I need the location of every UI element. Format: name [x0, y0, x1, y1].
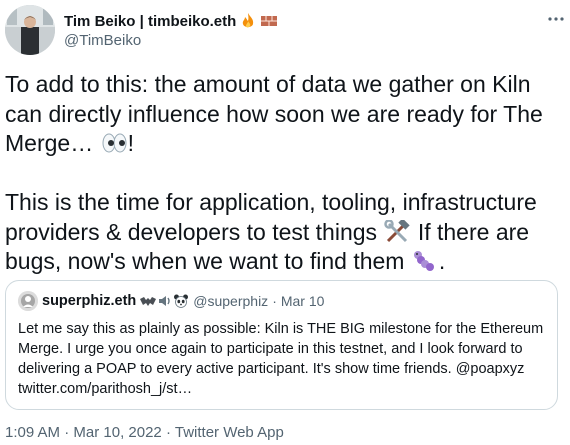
tweet-text: To add to this: the amount of data we ga… — [5, 70, 560, 277]
more-horizontal-icon — [548, 17, 564, 21]
brick-icon — [260, 12, 278, 30]
tweet-card: Tim Beiko | timbeiko.eth @TimBeiko To ad… — [0, 0, 570, 445]
quoted-author-emojis — [139, 294, 189, 308]
eyes-icon — [100, 131, 128, 155]
tweet-paragraph-2-end: . — [438, 248, 446, 274]
bat-icon — [140, 297, 157, 306]
author-handle[interactable]: @TimBeiko — [64, 32, 141, 49]
quoted-tweet[interactable]: superphiz.eth @superphiz · Mar 10 Let me… — [5, 280, 558, 410]
quoted-date[interactable]: Mar 10 — [281, 293, 325, 309]
tweet-header: Tim Beiko | timbeiko.eth @TimBeiko — [0, 0, 570, 66]
footer-separator-2: · — [165, 424, 171, 441]
footer-separator-1: · — [64, 424, 70, 441]
quoted-author-name[interactable]: superphiz.eth — [42, 293, 136, 309]
author-avatar[interactable] — [5, 5, 55, 55]
more-options-button[interactable] — [545, 8, 567, 30]
tweet-paragraph-2: This is the time for application, toolin… — [5, 188, 560, 277]
tweet-paragraph-1-end: ! — [127, 130, 134, 156]
quoted-author-avatar[interactable] — [18, 291, 38, 311]
author-display-name[interactable]: Tim Beiko | timbeiko.eth — [64, 13, 236, 30]
quoted-separator: · — [272, 293, 277, 309]
tweet-paragraph-1-text: To add to this: the amount of data we ga… — [5, 71, 543, 156]
tweet-source[interactable]: Twitter Web App — [175, 424, 284, 441]
quoted-tweet-text: Let me say this as plainly as possible: … — [18, 321, 544, 397]
fire-icon — [239, 12, 257, 30]
tweet-time[interactable]: 1:09 AM — [5, 424, 60, 441]
hammer-and-wrench-icon — [383, 217, 411, 244]
panda-icon — [174, 294, 189, 308]
bug-icon — [411, 249, 439, 273]
quoted-tweet-header: superphiz.eth @superphiz · Mar 10 — [18, 291, 324, 311]
quoted-author-handle[interactable]: @superphiz — [193, 293, 268, 309]
speaker-icon — [159, 296, 170, 306]
tweet-paragraph-1: To add to this: the amount of data we ga… — [5, 70, 560, 159]
tweet-date[interactable]: Mar 10, 2022 — [73, 424, 161, 441]
tweet-footer: 1:09 AM · Mar 10, 2022 · Twitter Web App — [5, 424, 284, 441]
